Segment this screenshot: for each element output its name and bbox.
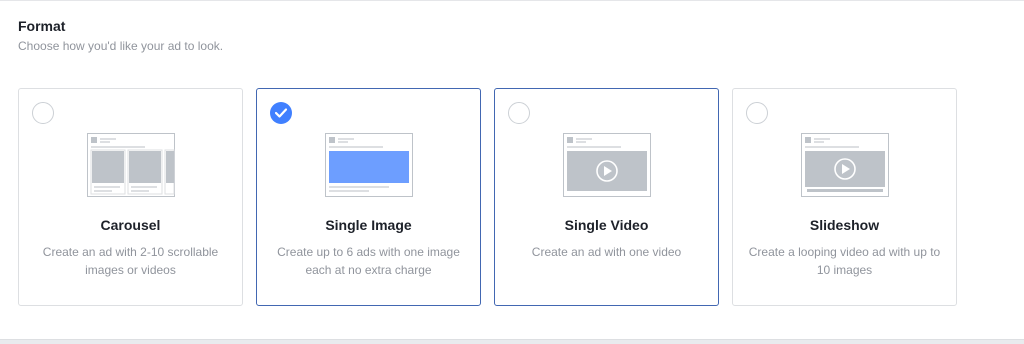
section-title: Format bbox=[18, 18, 66, 34]
format-description: Create up to 6 ads with one image each a… bbox=[277, 245, 460, 277]
carousel-preview-icon bbox=[86, 133, 175, 197]
format-title: Slideshow bbox=[809, 217, 880, 233]
section-divider bbox=[0, 339, 1024, 344]
format-card-carousel[interactable]: Carousel Create an ad with 2-10 scrollab… bbox=[18, 88, 243, 306]
radio-button-carousel[interactable] bbox=[32, 102, 54, 124]
section-subtitle: Choose how you'd like your ad to look. bbox=[18, 39, 224, 53]
single-video-preview-icon bbox=[562, 133, 651, 197]
radio-button-single-image[interactable] bbox=[270, 102, 292, 124]
format-card-single-video[interactable]: Single Video Create an ad with one video bbox=[494, 88, 719, 306]
format-title: Carousel bbox=[100, 217, 161, 233]
single-image-preview-icon bbox=[324, 133, 413, 197]
format-title: Single Image bbox=[325, 217, 412, 233]
radio-button-single-video[interactable] bbox=[508, 102, 530, 124]
slideshow-preview-icon bbox=[800, 133, 889, 197]
format-description: Create an ad with one video bbox=[531, 245, 682, 259]
radio-button-slideshow[interactable] bbox=[746, 102, 768, 124]
format-options: Carousel Create an ad with 2-10 scrollab… bbox=[18, 88, 957, 306]
checkmark-icon bbox=[275, 108, 287, 118]
format-description: Create a looping video ad with up to 10 … bbox=[748, 245, 941, 277]
format-title: Single Video bbox=[564, 217, 649, 233]
format-card-slideshow[interactable]: Slideshow Create a looping video ad with… bbox=[732, 88, 957, 306]
format-section: Format Choose how you'd like your ad to … bbox=[0, 0, 1024, 344]
format-card-single-image[interactable]: Single Image Create up to 6 ads with one… bbox=[256, 88, 481, 306]
format-description: Create an ad with 2-10 scrollable images… bbox=[42, 245, 219, 277]
